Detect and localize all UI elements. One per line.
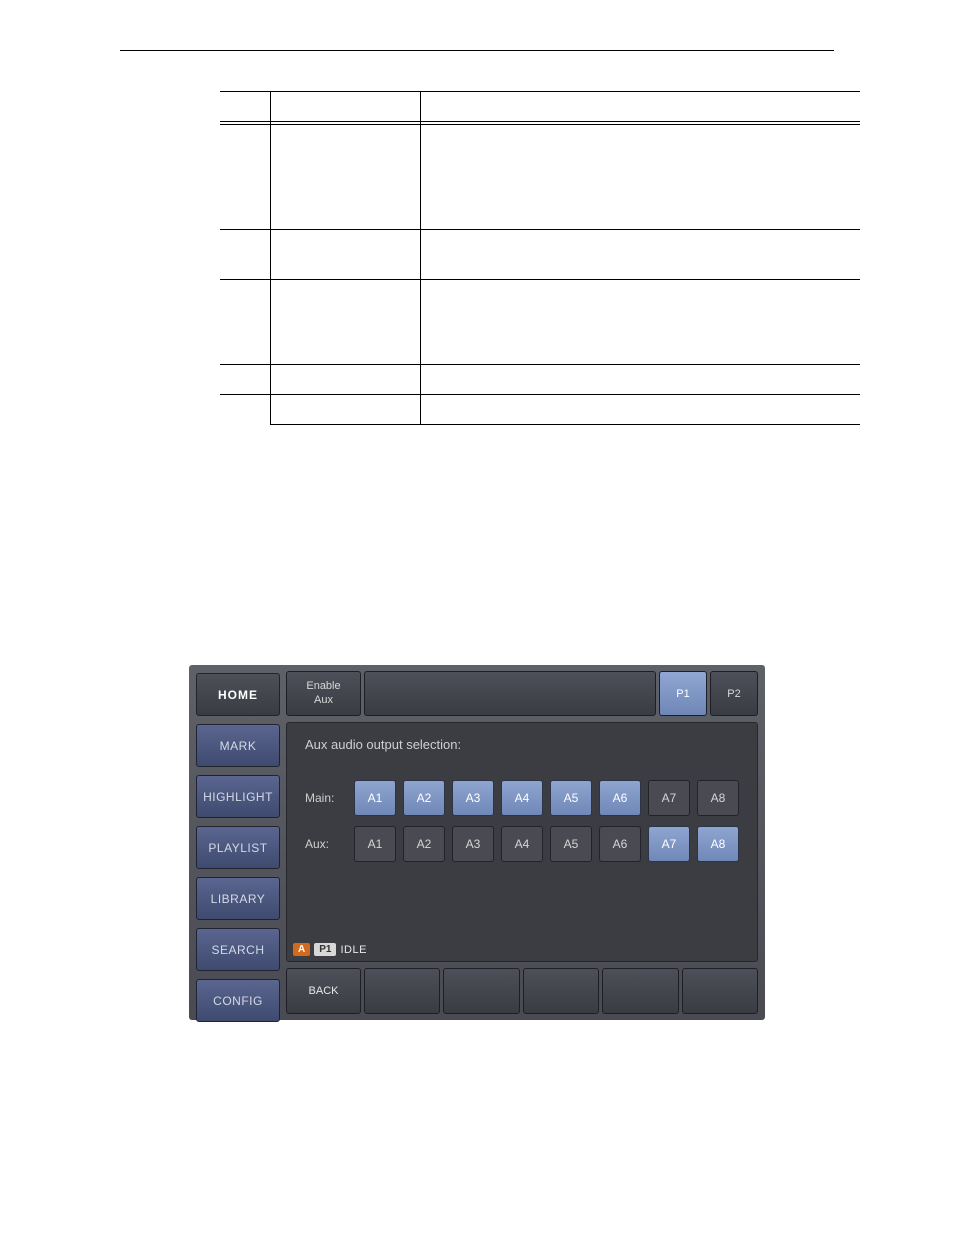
main-a1[interactable]: A1 bbox=[354, 780, 396, 816]
top-bar: Enable Aux P1 P2 bbox=[286, 671, 758, 716]
p2-button[interactable]: P2 bbox=[710, 671, 758, 716]
aux-a7[interactable]: A7 bbox=[648, 826, 690, 862]
bottom-slot-2[interactable] bbox=[364, 968, 440, 1014]
bottom-slot-3[interactable] bbox=[443, 968, 519, 1014]
main-a2[interactable]: A2 bbox=[403, 780, 445, 816]
main-a3[interactable]: A3 bbox=[452, 780, 494, 816]
table-head bbox=[220, 92, 860, 122]
aux-a6[interactable]: A6 bbox=[599, 826, 641, 862]
main-a8[interactable]: A8 bbox=[697, 780, 739, 816]
enable-aux-button[interactable]: Enable Aux bbox=[286, 671, 361, 716]
sidebar-item-search[interactable]: SEARCH bbox=[196, 928, 280, 971]
bottom-slot-5[interactable] bbox=[602, 968, 678, 1014]
sidebar-item-highlight[interactable]: HIGHLIGHT bbox=[196, 775, 280, 818]
home-button[interactable]: HOME bbox=[196, 673, 280, 716]
sidebar-item-playlist[interactable]: PLAYLIST bbox=[196, 826, 280, 869]
panel-title: Aux audio output selection: bbox=[305, 737, 739, 752]
aux-a1[interactable]: A1 bbox=[354, 826, 396, 862]
status-bar: A P1 IDLE bbox=[293, 943, 367, 956]
sidebar: HOME MARK HIGHLIGHT PLAYLIST LIBRARY SEA… bbox=[193, 669, 283, 1016]
content-panel: Aux audio output selection: Main: A1 A2 … bbox=[286, 722, 758, 962]
aux-a8[interactable]: A8 bbox=[697, 826, 739, 862]
main-a7[interactable]: A7 bbox=[648, 780, 690, 816]
main-a4[interactable]: A4 bbox=[501, 780, 543, 816]
aux-a2[interactable]: A2 bbox=[403, 826, 445, 862]
table-row bbox=[220, 125, 860, 230]
aux-a5[interactable]: A5 bbox=[550, 826, 592, 862]
aux-a3[interactable]: A3 bbox=[452, 826, 494, 862]
table-row bbox=[220, 280, 860, 365]
main-area: Enable Aux P1 P2 Aux audio output select… bbox=[283, 669, 761, 1016]
sidebar-item-mark[interactable]: MARK bbox=[196, 724, 280, 767]
status-badge-p1: P1 bbox=[314, 943, 336, 956]
p1-button[interactable]: P1 bbox=[659, 671, 707, 716]
aux-a4[interactable]: A4 bbox=[501, 826, 543, 862]
bottom-bar: BACK bbox=[286, 968, 758, 1014]
main-label: Main: bbox=[305, 791, 347, 805]
top-rule bbox=[120, 50, 834, 51]
table-row bbox=[220, 395, 860, 425]
lcd-panel: HOME MARK HIGHLIGHT PLAYLIST LIBRARY SEA… bbox=[189, 665, 765, 1020]
status-badge-a: A bbox=[293, 943, 310, 956]
bottom-slot-4[interactable] bbox=[523, 968, 599, 1014]
enable-aux-line1: Enable bbox=[306, 680, 340, 693]
main-a5[interactable]: A5 bbox=[550, 780, 592, 816]
table-row bbox=[220, 365, 860, 395]
main-a6[interactable]: A6 bbox=[599, 780, 641, 816]
aux-row: Aux: A1 A2 A3 A4 A5 A6 A7 A8 bbox=[305, 826, 739, 862]
doc-table bbox=[220, 91, 860, 425]
main-row: Main: A1 A2 A3 A4 A5 A6 A7 A8 bbox=[305, 780, 739, 816]
back-button[interactable]: BACK bbox=[286, 968, 361, 1014]
aux-label: Aux: bbox=[305, 837, 347, 851]
table-row bbox=[220, 230, 860, 280]
sidebar-item-library[interactable]: LIBRARY bbox=[196, 877, 280, 920]
top-spacer bbox=[364, 671, 656, 716]
bottom-slot-6[interactable] bbox=[682, 968, 758, 1014]
enable-aux-line2: Aux bbox=[314, 694, 333, 707]
sidebar-item-config[interactable]: CONFIG bbox=[196, 979, 280, 1022]
status-text: IDLE bbox=[340, 944, 366, 956]
